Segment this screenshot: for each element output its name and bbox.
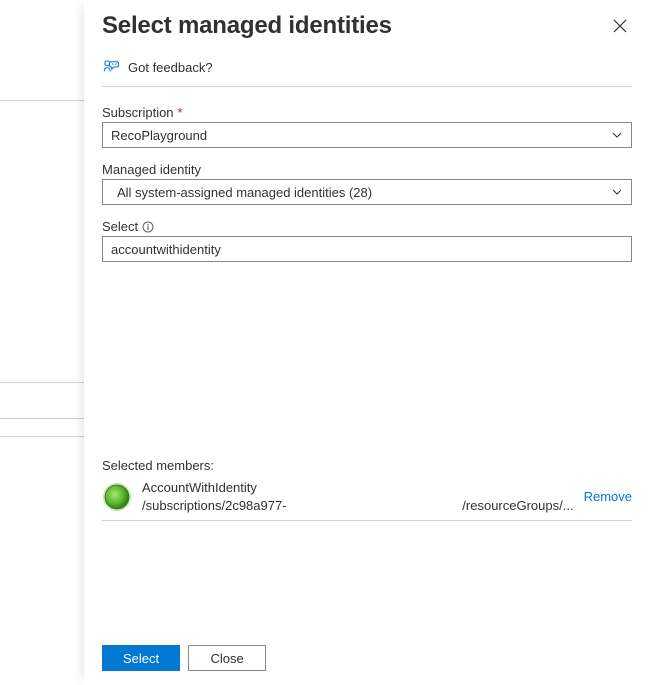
selected-members-title: Selected members: xyxy=(102,458,632,473)
member-name: AccountWithIdentity xyxy=(142,479,574,497)
subscription-value: RecoPlayground xyxy=(111,128,207,143)
select-label: Select xyxy=(102,219,632,234)
form-area: Subscription * RecoPlayground Managed id… xyxy=(84,87,650,276)
panel-header: Select managed identities xyxy=(84,0,650,54)
chevron-down-icon xyxy=(611,186,623,198)
managed-identity-value: All system-assigned managed identities (… xyxy=(111,185,372,200)
info-icon[interactable] xyxy=(142,221,154,233)
feedback-icon xyxy=(102,58,120,76)
close-icon xyxy=(613,19,627,33)
managed-identity-dropdown[interactable]: All system-assigned managed identities (… xyxy=(102,179,632,205)
field-managed-identity: Managed identity All system-assigned man… xyxy=(102,162,632,205)
member-path: /subscriptions/2c98a977- /resourceGroups… xyxy=(142,497,574,515)
field-select: Select xyxy=(102,219,632,262)
member-text: AccountWithIdentity /subscriptions/2c98a… xyxy=(142,479,574,514)
panel-title: Select managed identities xyxy=(102,12,392,40)
selected-members-section: Selected members: AccountWithIden xyxy=(102,458,632,521)
close-footer-button[interactable]: Close xyxy=(188,645,266,671)
panel-footer: Select Close xyxy=(84,631,650,685)
feedback-label: Got feedback? xyxy=(128,60,213,75)
subscription-dropdown[interactable]: RecoPlayground xyxy=(102,122,632,148)
field-subscription: Subscription * RecoPlayground xyxy=(102,105,632,148)
subscription-label: Subscription * xyxy=(102,105,632,120)
managed-identity-label: Managed identity xyxy=(102,162,632,177)
remove-link[interactable]: Remove xyxy=(584,489,632,504)
select-input[interactable] xyxy=(102,236,632,262)
select-button[interactable]: Select xyxy=(102,645,180,671)
required-asterisk: * xyxy=(178,105,183,120)
selected-member-row: AccountWithIdentity /subscriptions/2c98a… xyxy=(102,477,632,521)
chevron-down-icon xyxy=(611,129,623,141)
background-pane xyxy=(0,0,84,685)
feedback-bar: Got feedback? xyxy=(102,54,632,87)
identity-icon xyxy=(102,482,132,512)
feedback-link[interactable]: Got feedback? xyxy=(102,54,632,86)
select-managed-identities-panel: Select managed identities Got feedback? … xyxy=(84,0,650,685)
close-button[interactable] xyxy=(608,14,632,38)
